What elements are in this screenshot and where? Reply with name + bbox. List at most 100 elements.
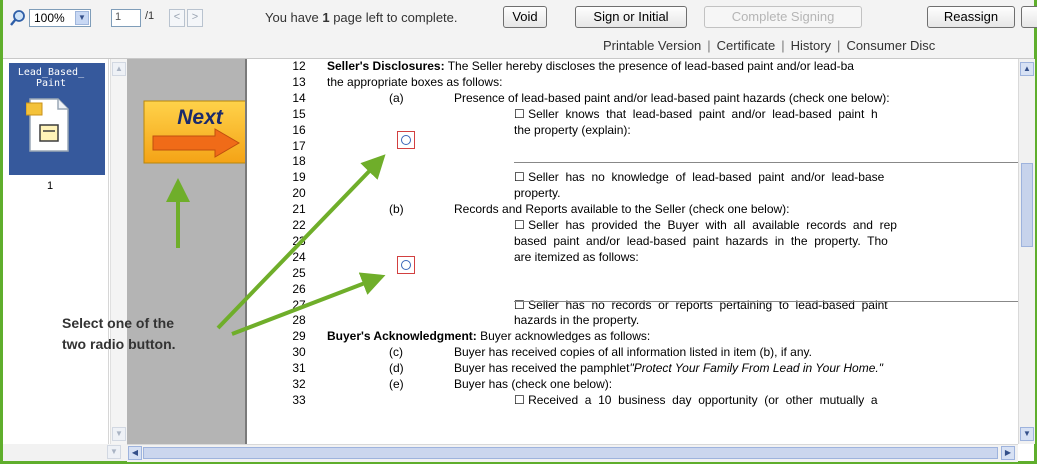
document-text: Buyer has (check one below): xyxy=(454,377,613,391)
document-text: Presence of lead-based paint and/or lead… xyxy=(454,90,890,105)
document-text: Buyer has received the pamphlet"Protect … xyxy=(454,361,883,376)
line-number: 13 xyxy=(292,74,306,89)
thumbnail-horizontal-scrollbar[interactable]: ▼ xyxy=(3,444,127,461)
line-number: 24 xyxy=(292,249,306,264)
scroll-down-icon[interactable]: ▼ xyxy=(112,427,126,441)
prev-page-button[interactable]: < xyxy=(169,9,185,27)
document-line: 22 ☐ Seller has provided the Buyer with a… xyxy=(247,218,1020,232)
line-number: 14 xyxy=(292,90,306,105)
magnifier-icon[interactable] xyxy=(9,9,27,27)
document-line: 25 xyxy=(247,266,1020,280)
radio-button-1[interactable] xyxy=(397,131,415,149)
document-view: 12 Seller's Disclosures: The Seller hereb… xyxy=(245,59,1020,444)
certificate-link[interactable]: Certificate xyxy=(717,38,776,53)
document-text: Records and Reports available to the Sel… xyxy=(454,202,790,217)
scroll-left-icon[interactable]: ◀ xyxy=(128,446,142,460)
consumer-disclosure-link[interactable]: Consumer Disc xyxy=(846,38,935,53)
callout-line-1: Select one of the xyxy=(62,315,175,331)
next-page-button[interactable]: > xyxy=(187,9,203,27)
complete-signing-button[interactable]: Complete Signing xyxy=(704,6,862,28)
toolbar: 100% ▼ 1 /1 < > You have 1 page left to … xyxy=(3,0,1037,59)
document-line: 16 the property (explain): xyxy=(247,123,1020,137)
line-number: 31 xyxy=(292,361,306,376)
item-label: (b) xyxy=(389,202,404,217)
scroll-down-icon[interactable]: ▼ xyxy=(1020,427,1034,441)
item-label: (d) xyxy=(389,361,404,376)
status-text: You have 1 page left to complete. xyxy=(265,10,458,25)
fill-in-line xyxy=(514,162,1020,163)
document-line: 24 are itemized as follows: xyxy=(247,250,1020,264)
scroll-up-icon[interactable]: ▲ xyxy=(1020,62,1034,76)
callout-line-2: two radio button. xyxy=(62,336,176,352)
zoom-select[interactable]: 100% ▼ xyxy=(29,9,91,27)
next-field-button[interactable]: Next xyxy=(143,100,247,164)
item-label: (e) xyxy=(389,377,404,391)
printable-version-link[interactable]: Printable Version xyxy=(603,38,701,53)
thumbnail-title: Lead_Based_ Paint xyxy=(17,67,85,89)
document-line: 13 the appropriate boxes as follows: xyxy=(247,75,1020,89)
reassign-button[interactable]: Reassign xyxy=(927,6,1015,28)
document-text: the appropriate boxes as follows: xyxy=(327,74,503,89)
line-number: 17 xyxy=(292,138,306,153)
chevron-down-icon[interactable]: ▼ xyxy=(75,11,89,25)
document-text: ☐ Seller has no knowledge of lead-based … xyxy=(514,170,885,185)
document-horizontal-scrollbar[interactable]: ◀ ▶ xyxy=(127,444,1018,462)
document-text: Buyer's Acknowledgment: Buyer acknowledg… xyxy=(327,329,651,344)
instruction-callout: Select one of the two radio button. xyxy=(62,313,242,355)
document-text: Buyer has received copies of all informa… xyxy=(454,345,812,360)
toolbar-links: Printable Version | Certificate | History | Co… xyxy=(603,38,936,53)
document-text: hazards in the property. xyxy=(514,313,640,328)
document-text: property. xyxy=(514,186,561,201)
line-number: 23 xyxy=(292,233,306,248)
document-line: 31 (d) Buyer has received the pamphlet"Pro… xyxy=(247,361,1020,375)
document-text: ☐ Received a 10 business day opportunity… xyxy=(514,392,878,407)
document-line: 17 xyxy=(247,139,1020,153)
fill-in-line xyxy=(514,301,1020,302)
page-number-input[interactable]: 1 xyxy=(111,9,141,27)
horizontal-scroll-thumb[interactable] xyxy=(143,447,998,459)
line-number: 30 xyxy=(292,345,306,360)
line-number: 33 xyxy=(292,392,306,407)
more-button[interactable] xyxy=(1021,6,1037,28)
line-number: 15 xyxy=(292,106,306,121)
scroll-right-icon[interactable]: ▶ xyxy=(1001,446,1015,460)
line-number: 26 xyxy=(292,281,306,296)
page-thumbnail[interactable]: Lead_Based_ Paint xyxy=(9,63,105,175)
document-line: 23 based paint and/or lead-based paint ha… xyxy=(247,234,1020,248)
line-number: 25 xyxy=(292,265,306,280)
history-link[interactable]: History xyxy=(791,38,831,53)
document-line: 20 property. xyxy=(247,186,1020,200)
line-number: 12 xyxy=(292,59,306,73)
sign-or-initial-button[interactable]: Sign or Initial xyxy=(575,6,687,28)
document-line: 26 xyxy=(247,282,1020,296)
document-text: the property (explain): xyxy=(514,122,631,137)
thumbnail-scrollbar[interactable]: ▲ ▼ xyxy=(110,59,127,444)
line-number: 20 xyxy=(292,186,306,201)
radio-button-2[interactable] xyxy=(397,256,415,274)
scroll-thumb[interactable] xyxy=(1021,163,1033,247)
scroll-up-icon[interactable]: ▲ xyxy=(112,62,126,76)
scroll-down-icon[interactable]: ▼ xyxy=(107,445,121,459)
void-button[interactable]: Void xyxy=(503,6,547,28)
document-line: 32 (e) Buyer has (check one below): xyxy=(247,377,1020,391)
document-line: 29 Buyer's Acknowledgment: Buyer acknowle… xyxy=(247,329,1020,343)
line-number: 22 xyxy=(292,218,306,232)
line-number: 19 xyxy=(292,170,306,185)
zoom-value: 100% xyxy=(34,11,65,25)
line-number: 29 xyxy=(292,329,306,344)
document-text: ☐ Seller knows that lead-based paint and… xyxy=(514,106,878,121)
line-number: 21 xyxy=(292,202,306,217)
radio-circle-icon xyxy=(401,135,411,145)
next-button-label: Next xyxy=(177,106,224,129)
item-label: (c) xyxy=(389,345,403,360)
document-text: based paint and/or lead-based paint haza… xyxy=(514,233,888,248)
document-line: 15 ☐ Seller knows that lead-based paint a… xyxy=(247,107,1020,121)
document-line: 12 Seller's Disclosures: The Seller hereb… xyxy=(247,59,1020,73)
document-line: 21 (b) Records and Reports available to th… xyxy=(247,202,1020,216)
document-line: 28 hazards in the property. xyxy=(247,313,1020,327)
document-text: Seller's Disclosures: The Seller hereby … xyxy=(327,59,854,73)
thumbnail-page-number: 1 xyxy=(47,180,54,192)
line-number: 18 xyxy=(292,154,306,169)
document-vertical-scrollbar[interactable]: ▲ ▼ xyxy=(1018,59,1035,444)
document-line: 30 (c) Buyer has received copies of all in… xyxy=(247,345,1020,359)
